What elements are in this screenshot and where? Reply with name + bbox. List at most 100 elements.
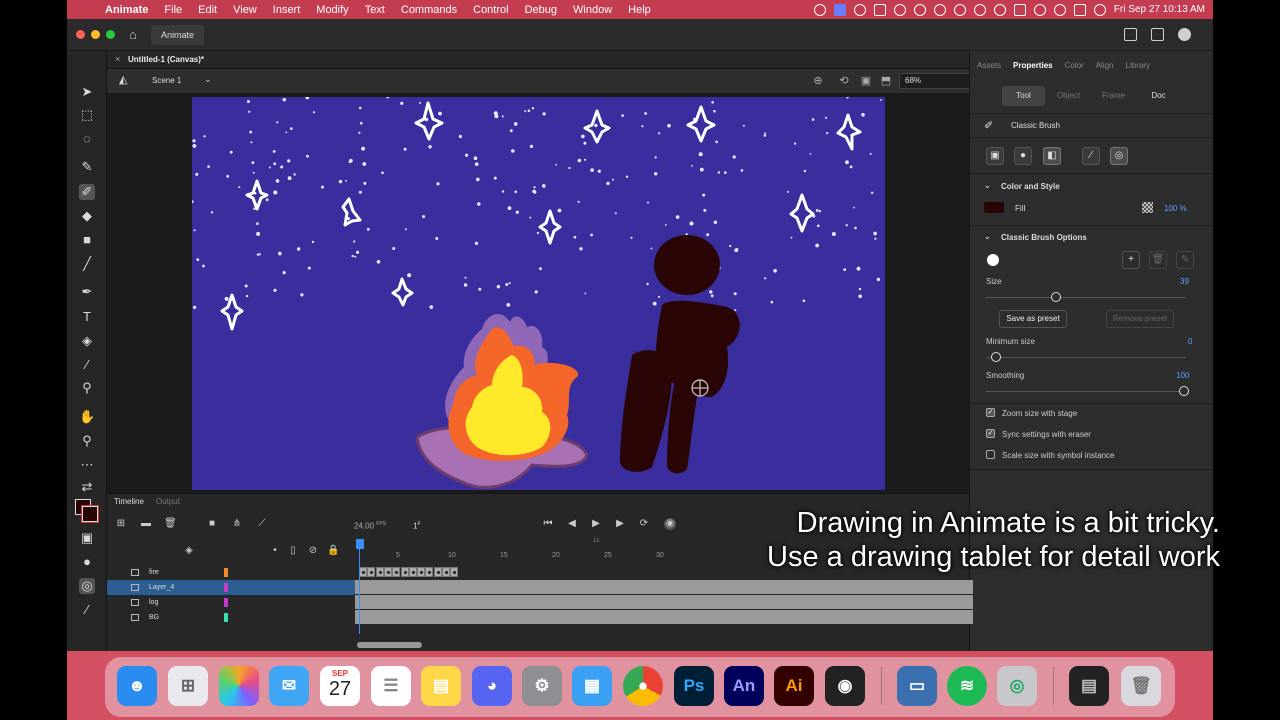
menu-commands[interactable]: Commands [393, 4, 465, 16]
keyframe[interactable] [433, 567, 442, 577]
layer-color[interactable] [224, 568, 228, 577]
menu-help[interactable]: Help [620, 4, 659, 16]
object-drawing-icon[interactable]: ▣ [79, 530, 95, 546]
layer-name[interactable]: BG [149, 614, 159, 621]
dollar-icon[interactable] [913, 3, 926, 16]
layer-row-fire[interactable]: fire [107, 565, 355, 580]
smoothing-slider[interactable] [986, 391, 1186, 392]
min-size-slider[interactable] [986, 357, 1186, 358]
keyframe[interactable] [442, 567, 450, 577]
highlight-icon[interactable]: ▯ [287, 545, 299, 557]
more-tools-icon[interactable]: ⋯ [79, 457, 95, 473]
keyframe[interactable] [375, 567, 384, 577]
timeline-scrollbar[interactable] [357, 642, 422, 648]
paint-bucket-tool-icon[interactable]: ◈ [79, 333, 95, 349]
spotify-icon[interactable]: ≋ [947, 666, 987, 706]
zoom-window-button[interactable] [106, 30, 115, 39]
playhead-handle[interactable] [356, 539, 364, 549]
menu-insert[interactable]: Insert [265, 4, 309, 16]
brush-mode-object-icon[interactable]: ▣ [986, 147, 1004, 165]
subtab-tool[interactable]: Tool [1002, 86, 1045, 106]
min-size-slider-knob[interactable] [991, 352, 1001, 362]
document-tab[interactable]: Untitled-1 (Canvas)* [128, 55, 204, 64]
menu-edit[interactable]: Edit [190, 4, 225, 16]
hide-icon[interactable]: ⊘ [307, 545, 319, 557]
size-slider[interactable] [986, 297, 1186, 298]
layer-color[interactable] [224, 598, 228, 607]
workspace-icon[interactable] [1151, 28, 1164, 41]
frames-track-layer-4[interactable] [355, 580, 973, 594]
launchpad-icon[interactable]: ⊞ [168, 666, 208, 706]
mosaic-icon[interactable]: ▦ [572, 666, 612, 706]
menu-window[interactable]: Window [565, 4, 620, 16]
show-all-icon[interactable]: • [269, 545, 281, 557]
pin-tool-icon[interactable]: ⚲ [79, 380, 95, 396]
siri-icon[interactable] [1093, 3, 1106, 16]
rotate-stage-icon[interactable]: ⟲ [837, 74, 851, 88]
camera-icon[interactable]: ■ [206, 518, 218, 530]
keyframe[interactable] [400, 567, 409, 577]
test-movie-icon[interactable] [1178, 28, 1191, 41]
prev-frame-icon[interactable]: ◀ [566, 518, 578, 530]
fill-color-swatch[interactable] [81, 505, 99, 523]
trash-icon[interactable]: 🗑 [1121, 666, 1161, 706]
snap-icon[interactable]: ⊕ [811, 74, 825, 88]
brush-paint-mode-icon[interactable]: ◧ [1043, 147, 1061, 165]
preview-icon[interactable]: ▭ [897, 666, 937, 706]
share-icon[interactable] [1124, 28, 1137, 41]
min-size-value[interactable]: 0 [1188, 337, 1192, 346]
tab-library[interactable]: Library [1126, 61, 1150, 75]
eraser-tool-icon[interactable]: ◆ [79, 208, 95, 224]
lock-icon[interactable]: 🔒 [327, 545, 339, 557]
tab-align[interactable]: Align [1096, 61, 1114, 75]
chrome-icon[interactable]: ● [623, 666, 663, 706]
keyframe[interactable] [408, 567, 417, 577]
playhead[interactable] [356, 539, 364, 634]
fill-alpha-value[interactable]: 100 % [1164, 204, 1187, 213]
compass-icon[interactable] [933, 3, 946, 16]
stage-canvas[interactable] [192, 97, 885, 490]
fill-color-swatch[interactable] [984, 202, 1004, 213]
creative-cloud-icon[interactable] [813, 3, 826, 16]
menu-debug[interactable]: Debug [517, 4, 565, 16]
layer-name[interactable]: Layer_4 [149, 584, 174, 591]
center-stage-icon[interactable]: ▣ [859, 74, 873, 88]
clock[interactable]: Fri Sep 27 10:13 AM [1114, 4, 1205, 15]
classic-brush-tool-icon[interactable]: ✐ [79, 184, 95, 200]
frames-track-bg[interactable] [355, 610, 973, 624]
pressure-icon[interactable]: ⁄ [1082, 147, 1100, 165]
size-value[interactable]: 39 [1180, 277, 1189, 286]
subtab-object[interactable]: Object [1047, 86, 1090, 106]
animate-icon[interactable]: An [724, 666, 764, 706]
layer-name[interactable]: log [149, 599, 158, 606]
new-layer-icon[interactable]: ⊞ [115, 518, 127, 530]
hand-tool-icon[interactable]: ✋ [79, 409, 95, 425]
zoom-size-checkbox[interactable]: ✓ [986, 408, 995, 417]
sync-eraser-checkbox[interactable]: ✓ [986, 429, 995, 438]
downloads-folder-icon[interactable]: ▤ [1069, 666, 1109, 706]
obs-icon[interactable]: ◉ [825, 666, 865, 706]
new-folder-icon[interactable]: ▬ [140, 518, 152, 530]
tab-assets[interactable]: Assets [977, 61, 1001, 75]
line-tool-icon[interactable]: ╱ [79, 256, 95, 272]
airplay-icon[interactable] [973, 3, 986, 16]
subtab-doc[interactable]: Doc [1137, 86, 1180, 106]
illustrator-icon[interactable]: Ai [774, 666, 814, 706]
cloud-icon[interactable] [893, 3, 906, 16]
free-transform-tool-icon[interactable]: ⬚ [79, 107, 95, 123]
first-frame-icon[interactable]: ⏮ [542, 518, 554, 530]
delete-brush-icon[interactable]: 🗑 [1149, 251, 1167, 269]
eyedropper-tool-icon[interactable]: ⁄ [79, 357, 95, 373]
quicktime-icon[interactable]: ◎ [997, 666, 1037, 706]
wifi-icon[interactable] [1033, 3, 1046, 16]
close-document-icon[interactable]: × [115, 54, 120, 64]
smoothing-value[interactable]: 100 [1176, 371, 1189, 380]
tab-color[interactable]: Color [1065, 61, 1084, 75]
photos-icon[interactable] [219, 666, 259, 706]
color-style-header[interactable]: ⌄ Color and Style [970, 178, 1213, 194]
home-icon[interactable]: ⌂ [129, 28, 143, 41]
reminders-icon[interactable]: ☰ [371, 666, 411, 706]
keyframe[interactable] [425, 567, 434, 577]
swap-colors-icon[interactable]: ⇄ [79, 479, 95, 495]
graph-icon[interactable]: ⟋ [256, 518, 268, 530]
